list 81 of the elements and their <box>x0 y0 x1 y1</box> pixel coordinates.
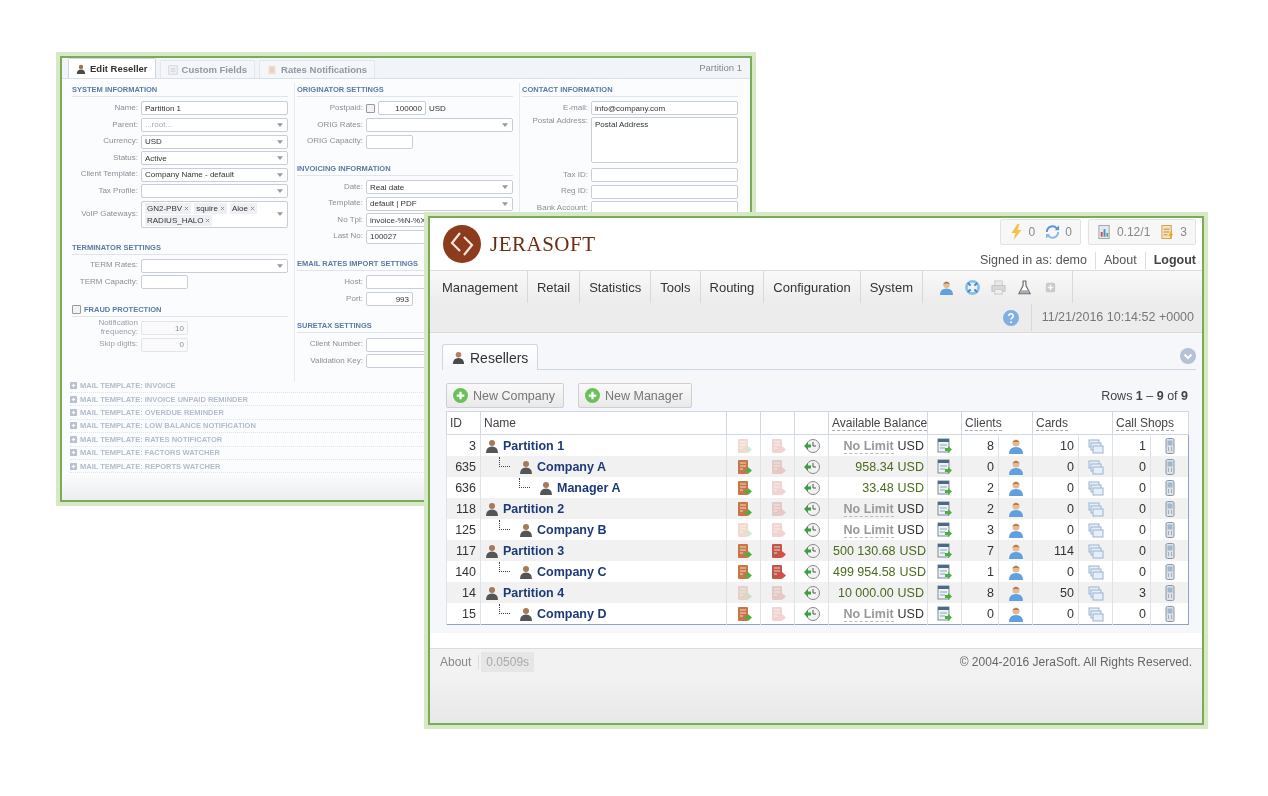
table-cell: 0 <box>1112 498 1151 519</box>
field-label: Postpaid: <box>328 103 363 113</box>
table-cell: 8 <box>961 582 999 603</box>
table-cell: 635 <box>446 456 481 477</box>
table-cell: 7 <box>961 540 999 561</box>
field-label: Tax ID: <box>562 170 588 180</box>
balance-value: No Limit <box>843 606 894 622</box>
table-cell: 0 <box>1112 603 1151 625</box>
balance-value: No Limit <box>843 438 894 454</box>
currency-label: USD <box>897 606 924 621</box>
balance-value: 499 954.58 <box>833 564 896 579</box>
table-cell: 15 <box>446 603 481 625</box>
table-cell: 0 <box>1032 456 1079 477</box>
tag-label: Aloe <box>231 203 248 213</box>
field-label: Status: <box>112 153 138 163</box>
table-cell: 0 <box>1112 540 1151 561</box>
table-cell: 117 <box>446 540 481 561</box>
table-cell: 0 <box>1032 603 1079 625</box>
currency-label: USD <box>899 564 926 579</box>
table-cell: 3 <box>1112 582 1151 603</box>
counter-value: 0 <box>1028 225 1036 239</box>
balance-value: 958.34 <box>855 459 894 474</box>
field-label: ORIG Capacity: <box>306 137 363 146</box>
currency-label: USD <box>897 480 924 495</box>
field-label: Validation Key: <box>309 356 363 366</box>
field-label: Template: <box>327 199 363 209</box>
field-label: Tax Profile: <box>97 186 138 196</box>
date-time: 11/21/2016 10:14:52 +0000 <box>1030 304 1202 331</box>
field-label: Postal Address: <box>531 116 588 126</box>
table-cell: 50 <box>1032 582 1079 603</box>
tag-label: GN2-PBV <box>147 203 183 213</box>
currency-label: USD <box>897 459 924 474</box>
field-label: Skip digits: <box>98 340 138 350</box>
logo-text: JERASOFT <box>490 231 596 257</box>
currency-label: USD <box>897 522 924 537</box>
table-cell: 0 <box>961 603 999 625</box>
table-cell: 118 <box>446 498 481 519</box>
balance-value: No Limit <box>843 501 894 517</box>
signed-in-text: Signed in as: demo <box>978 252 1088 269</box>
field-label: Client Number: <box>308 340 363 350</box>
currency-label: USD <box>897 501 924 516</box>
field-label: TERM Rates: <box>89 261 138 271</box>
table-cell: 114 <box>1032 540 1079 561</box>
field-label: No Tpl: <box>336 215 363 225</box>
field-label: Name: <box>113 103 138 113</box>
counter-value: 3 <box>1180 225 1187 239</box>
timing-badge: 0.0509s <box>481 652 535 672</box>
field-label: Currency: <box>102 137 138 146</box>
tag-label: RADIUS_HALO <box>147 215 204 225</box>
record-title: Partition 1 <box>699 62 743 76</box>
currency-label: USD <box>897 585 924 600</box>
field-label: VoIP Gateways: <box>80 209 138 219</box>
tag-label: squire <box>196 203 218 213</box>
currency-label: USD <box>429 103 446 113</box>
field-label: Reg ID: <box>559 187 588 196</box>
field-label: TERM Capacity: <box>78 278 138 287</box>
field-label: Bank Account: <box>535 203 588 213</box>
balance-value: No Limit <box>843 522 894 538</box>
field-label: Notification frequency: <box>97 319 138 337</box>
balance-value: 500 130.68 <box>833 543 896 558</box>
table-cell: 0 <box>1112 456 1151 477</box>
field-label: Host: <box>343 278 363 287</box>
currency-label: USD <box>899 543 926 558</box>
field-label: Date: <box>342 182 363 192</box>
row-count: Rows 1 – 9 of 9 <box>1101 388 1188 403</box>
balance-value: 33.48 <box>862 480 894 495</box>
field-label: E-mail: <box>562 103 588 113</box>
table-cell: 0 <box>961 456 999 477</box>
field-label: Port: <box>345 294 363 304</box>
field-label: Client Template: <box>79 170 138 180</box>
currency-label: USD <box>897 438 924 453</box>
counter-value: 0.12/1 <box>1116 225 1151 239</box>
table-cell: 14 <box>446 582 481 603</box>
field-label: ORIG Rates: <box>316 120 363 130</box>
balance-value: 10 000.00 <box>838 585 894 600</box>
table-cell: 2 <box>961 498 999 519</box>
field-label: Parent: <box>111 120 138 130</box>
table-cell: 0 <box>1032 498 1079 519</box>
field-label: Last No: <box>332 232 363 242</box>
counter-value: 0 <box>1065 225 1072 239</box>
copyright-text: © 2004-2016 JeraSoft. All Rights Reserved. <box>959 655 1192 669</box>
